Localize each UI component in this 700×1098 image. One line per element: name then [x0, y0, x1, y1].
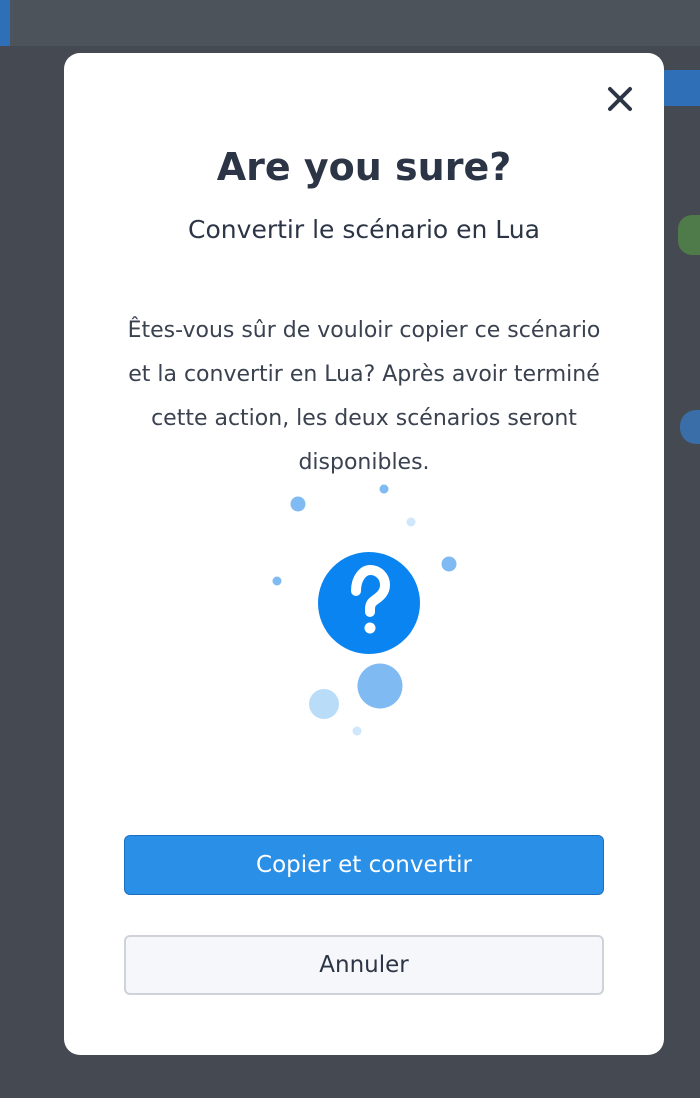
bubble-decoration — [352, 726, 362, 736]
bubble-decoration — [272, 576, 282, 586]
background-blue-element — [660, 70, 700, 106]
confirmation-dialog: Are you sure? Convertir le scénario en L… — [64, 53, 664, 1055]
question-illustration — [264, 481, 464, 741]
bubble-decoration — [441, 556, 457, 572]
dialog-description: Êtes-vous sûr de vouloir copier ce scéna… — [127, 318, 601, 475]
background-blue-toggle — [680, 410, 700, 444]
dialog-subtitle: Convertir le scénario en Lua — [188, 215, 540, 244]
background-top-bar — [0, 0, 700, 46]
dialog-title: Are you sure? — [216, 145, 512, 189]
copy-and-convert-button[interactable]: Copier et convertir — [124, 835, 604, 895]
bubble-decoration — [309, 689, 339, 719]
bubble-decoration — [357, 663, 403, 709]
close-icon — [608, 87, 632, 111]
close-button[interactable] — [604, 83, 636, 115]
bubble-decoration — [406, 517, 416, 527]
bubble-decoration — [290, 496, 306, 512]
background-green-element — [678, 215, 700, 255]
cancel-button[interactable]: Annuler — [124, 935, 604, 995]
bubble-decoration — [379, 484, 389, 494]
background-left-tab — [0, 0, 10, 46]
